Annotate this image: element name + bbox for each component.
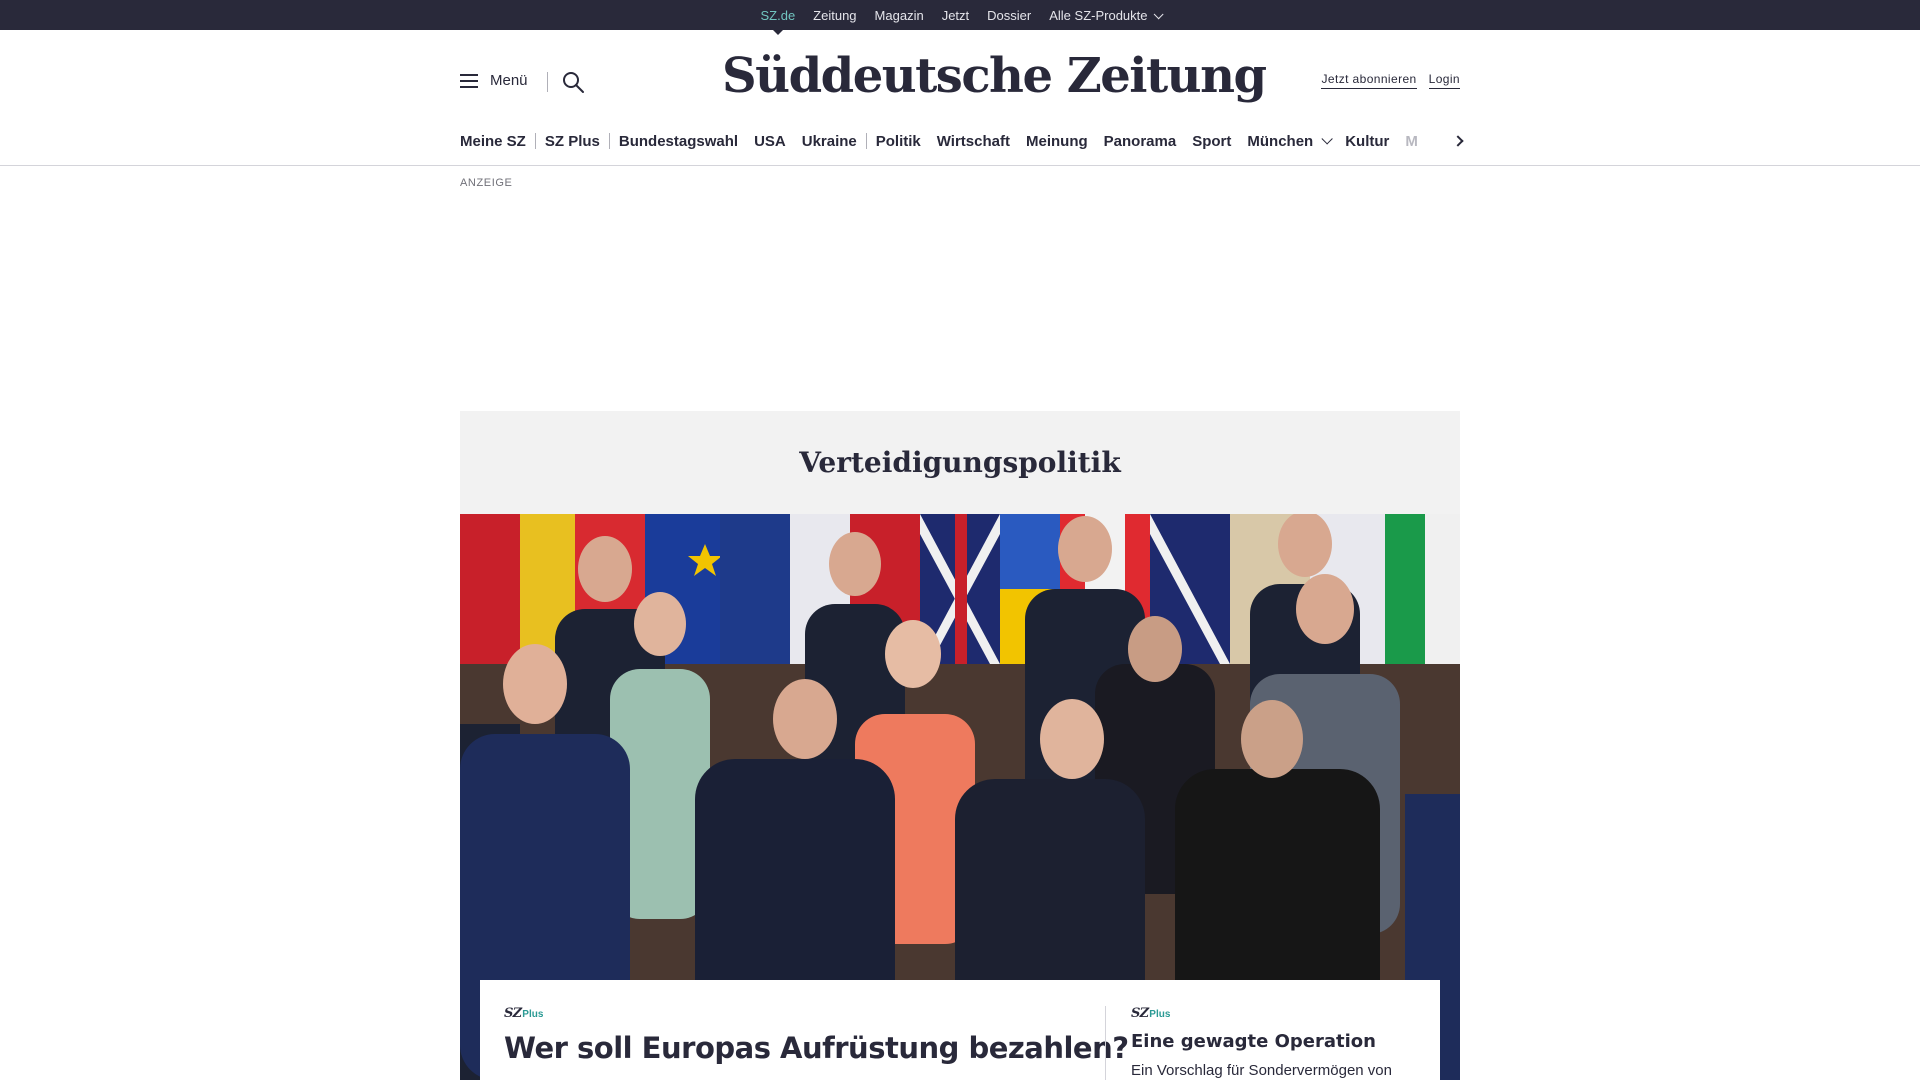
nav-item-meine-sz[interactable]: Meine SZ xyxy=(460,133,526,150)
nav-item-panorama[interactable]: Panorama xyxy=(1104,133,1177,150)
header-divider-line xyxy=(0,165,1920,166)
teaser-side[interactable]: SZ Plus Eine gewagte Operation Ein Vorsc… xyxy=(1131,1006,1392,1079)
sz-plus-badge-sz: SZ xyxy=(504,1006,522,1021)
menu-label: Menü xyxy=(490,72,528,89)
topbar-link-zeitung[interactable]: Zeitung xyxy=(813,8,856,23)
top-bar-links: SZ.de Zeitung Magazin Jetzt Dossier Alle… xyxy=(0,0,1920,30)
nav-item-sport[interactable]: Sport xyxy=(1192,133,1231,150)
nav-item-politik[interactable]: Politik xyxy=(876,133,921,150)
menu-button[interactable]: Menü xyxy=(460,72,528,89)
nav-item-truncated[interactable]: M xyxy=(1405,133,1418,150)
nav-scroll-right-button[interactable] xyxy=(1451,131,1465,151)
topbar-link-alle-produkte-label: Alle SZ-Produkte xyxy=(1049,7,1148,23)
account-links: Jetzt abonnieren Login xyxy=(1321,72,1460,89)
teaser-divider xyxy=(1105,1006,1106,1080)
topbar-link-alle-produkte[interactable]: Alle SZ-Produkte xyxy=(1049,7,1164,23)
teaser-main[interactable]: SZ Plus Wer soll Europas Aufrüstung beza… xyxy=(504,1006,1129,1065)
teaser-card: SZ Plus Wer soll Europas Aufrüstung beza… xyxy=(480,980,1440,1080)
chevron-down-icon xyxy=(1153,8,1164,19)
topbar-link-jetzt[interactable]: Jetzt xyxy=(942,8,969,23)
section-header: Verteidigungspolitik xyxy=(460,411,1460,514)
teaser-main-headline[interactable]: Wer soll Europas Aufrüstung bezahlen? xyxy=(504,1031,1129,1065)
top-bar: SZ.de Zeitung Magazin Jetzt Dossier Alle… xyxy=(0,0,1920,30)
nav-item-muenchen-label: München xyxy=(1247,132,1314,150)
teaser-side-headline[interactable]: Eine gewagte Operation xyxy=(1131,1031,1392,1052)
nav-item-bundestagswahl[interactable]: Bundestagswahl xyxy=(619,133,738,150)
nav-item-meinung[interactable]: Meinung xyxy=(1026,133,1088,150)
teaser-side-text: Ein Vorschlag für Sondervermögen von xyxy=(1131,1062,1392,1079)
sz-plus-badge-plus: Plus xyxy=(1149,1009,1171,1020)
nav-item-usa[interactable]: USA xyxy=(754,133,786,150)
sz-plus-badge: SZ Plus xyxy=(1131,1006,1392,1021)
sz-plus-badge-sz: SZ xyxy=(1131,1006,1149,1021)
sz-plus-badge: SZ Plus xyxy=(504,1006,1129,1021)
topbar-link-szde[interactable]: SZ.de xyxy=(760,8,795,23)
nav-item-kultur[interactable]: Kultur xyxy=(1345,133,1389,150)
site-logo[interactable]: Süddeutsche Zeitung xyxy=(722,48,1267,104)
topbar-link-dossier[interactable]: Dossier xyxy=(987,8,1031,23)
main-navigation: Meine SZ SZ Plus Bundestagswahl USA Ukra… xyxy=(460,128,1460,154)
nav-item-ukraine[interactable]: Ukraine xyxy=(802,133,857,150)
header-divider xyxy=(547,72,548,92)
section-title[interactable]: Verteidigungspolitik xyxy=(799,446,1120,479)
subscribe-link[interactable]: Jetzt abonnieren xyxy=(1321,72,1417,89)
sz-plus-badge-plus: Plus xyxy=(522,1009,544,1020)
topbar-link-magazin[interactable]: Magazin xyxy=(875,8,924,23)
chevron-down-icon xyxy=(1321,133,1333,145)
search-icon[interactable] xyxy=(561,70,585,94)
hamburger-icon xyxy=(460,73,478,88)
nav-divider xyxy=(608,133,610,149)
nav-divider xyxy=(534,133,536,149)
nav-item-sz-plus[interactable]: SZ Plus xyxy=(545,133,600,150)
nav-item-wirtschaft[interactable]: Wirtschaft xyxy=(937,133,1010,150)
nav-divider xyxy=(865,133,867,149)
ad-label: ANZEIGE xyxy=(460,177,513,189)
chevron-right-icon xyxy=(1452,135,1464,147)
nav-item-muenchen[interactable]: München xyxy=(1247,132,1333,150)
login-link[interactable]: Login xyxy=(1428,72,1460,89)
